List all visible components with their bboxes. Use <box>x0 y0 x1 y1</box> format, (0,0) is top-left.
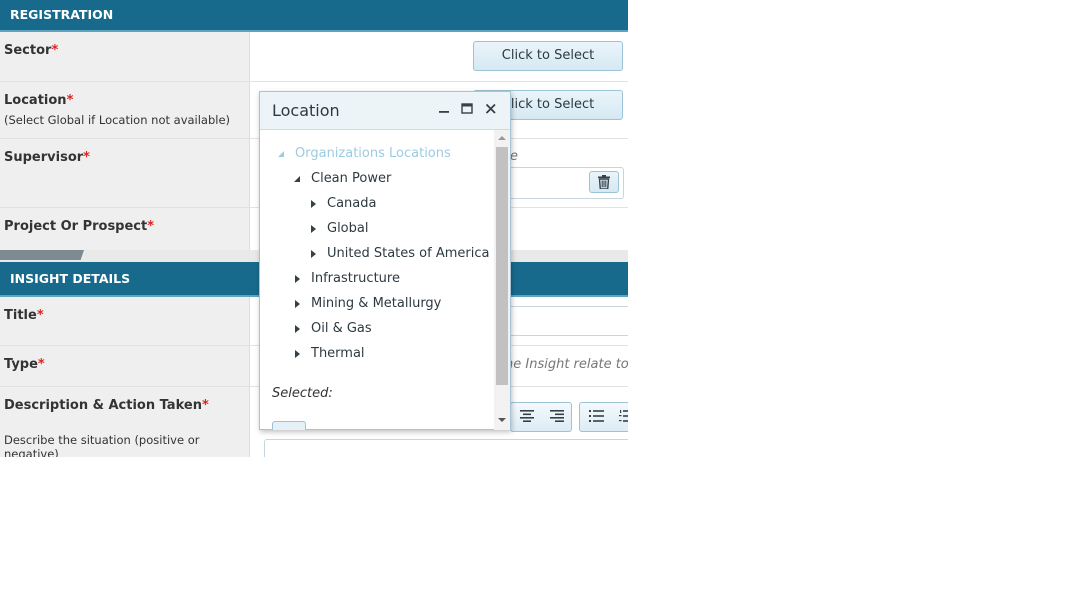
supervisor-label: Supervisor <box>4 150 84 165</box>
delete-supervisor-button[interactable] <box>589 171 619 193</box>
location-popup-title: Location <box>272 101 340 120</box>
type-label-cell: Type* <box>0 346 250 386</box>
project-label-cell: Project Or Prospect* <box>0 208 250 250</box>
scrollbar-thumb[interactable] <box>496 147 508 385</box>
align-center-icon <box>520 410 534 422</box>
vertical-scrollbar[interactable] <box>494 130 510 430</box>
scroll-down-arrow-icon[interactable] <box>498 417 506 423</box>
tree-node-label: Infrastructure <box>311 271 400 286</box>
required-marker: * <box>83 150 90 165</box>
collapsed-arrow-icon[interactable] <box>293 300 301 308</box>
collapsed-arrow-icon[interactable] <box>309 200 317 208</box>
bullet-list-button[interactable] <box>581 403 611 431</box>
close-icon <box>485 103 496 114</box>
selected-label: Selected: <box>272 386 333 401</box>
tree-node-canada[interactable]: Canada <box>311 196 377 212</box>
collapsed-arrow-icon[interactable] <box>293 275 301 283</box>
align-right-icon <box>550 410 564 422</box>
location-popup: Location Organizations Locations Clean P… <box>259 91 511 430</box>
tree-node-infrastructure[interactable]: Infrastructure <box>295 271 400 287</box>
required-marker: * <box>37 357 45 372</box>
sector-row: Sector* Click to Select <box>0 32 628 82</box>
description-label-cell: Description & Action Taken* Describe the… <box>0 387 250 457</box>
align-center-button[interactable] <box>512 403 542 431</box>
scroll-up-arrow-icon[interactable] <box>498 135 506 141</box>
location-label-cell: Location* (Select Global if Location not… <box>0 82 250 138</box>
tree-node-global[interactable]: Global <box>311 221 369 237</box>
required-marker: * <box>51 43 59 58</box>
sector-label-cell: Sector* <box>0 32 250 81</box>
sector-select-button[interactable]: Click to Select <box>473 41 623 71</box>
tree-node-label: Thermal <box>311 346 365 361</box>
tree-node-clean-power[interactable]: Clean Power <box>294 171 392 187</box>
tree-node-label: United States of America <box>327 246 490 261</box>
registration-header: REGISTRATION <box>0 0 628 32</box>
required-marker: * <box>147 219 155 234</box>
maximize-icon <box>461 103 473 114</box>
type-label: Type <box>4 357 38 372</box>
collapsed-arrow-icon[interactable] <box>309 225 317 233</box>
tree-node-label: Organizations Locations <box>295 146 451 161</box>
type-hint: he Insight relate to a <box>505 357 628 372</box>
tree-node-label: Canada <box>327 196 377 211</box>
tree-node-label: Global <box>327 221 369 236</box>
description-editor[interactable] <box>264 439 628 457</box>
selected-action-button[interactable] <box>272 421 306 430</box>
title-label: Title <box>4 308 37 323</box>
expanded-arrow-icon[interactable] <box>277 150 285 158</box>
sector-label: Sector <box>4 43 52 58</box>
tree-node-root[interactable]: Organizations Locations <box>278 146 451 162</box>
collapsed-arrow-icon[interactable] <box>293 325 301 333</box>
minimize-icon <box>439 111 449 113</box>
required-marker: * <box>36 308 44 323</box>
required-marker: * <box>66 93 74 108</box>
minimize-button[interactable] <box>436 101 452 117</box>
location-label: Location <box>4 93 67 108</box>
insight-header-text: INSIGHT DETAILS <box>10 271 131 286</box>
expanded-arrow-icon[interactable] <box>293 175 301 183</box>
tree-node-oil-gas[interactable]: Oil & Gas <box>295 321 372 337</box>
align-right-button[interactable] <box>542 403 572 431</box>
location-tree: Organizations Locations Clean Power Cana… <box>260 130 494 430</box>
collapsed-arrow-icon[interactable] <box>293 350 301 358</box>
tree-node-mining[interactable]: Mining & Metallurgy <box>295 296 442 312</box>
numbered-list-icon <box>619 410 628 422</box>
location-popup-titlebar: Location <box>260 92 510 130</box>
registration-header-text: REGISTRATION <box>10 7 114 22</box>
required-marker: * <box>201 398 209 413</box>
list-toolbar-group <box>579 402 628 432</box>
tree-node-label: Clean Power <box>311 171 392 186</box>
supervisor-hint: e <box>510 149 518 164</box>
project-label: Project Or Prospect <box>4 219 148 234</box>
numbered-list-button[interactable] <box>611 403 628 431</box>
supervisor-label-cell: Supervisor* <box>0 139 250 207</box>
tree-node-thermal[interactable]: Thermal <box>295 346 365 362</box>
trash-icon <box>598 175 610 189</box>
title-label-cell: Title* <box>0 297 250 345</box>
tree-node-label: Oil & Gas <box>311 321 372 336</box>
tree-node-label: Mining & Metallurgy <box>311 296 442 311</box>
description-note: Describe the situation (positive or nega… <box>4 433 200 457</box>
description-label: Description & Action Taken <box>4 398 202 413</box>
tree-node-usa[interactable]: United States of America <box>311 246 490 262</box>
location-note: (Select Global if Location not available… <box>4 113 231 127</box>
maximize-button[interactable] <box>459 101 475 117</box>
align-toolbar-group <box>510 402 572 432</box>
collapsed-arrow-icon[interactable] <box>309 250 317 258</box>
bullet-list-icon <box>589 410 604 422</box>
close-button[interactable] <box>483 101 499 117</box>
